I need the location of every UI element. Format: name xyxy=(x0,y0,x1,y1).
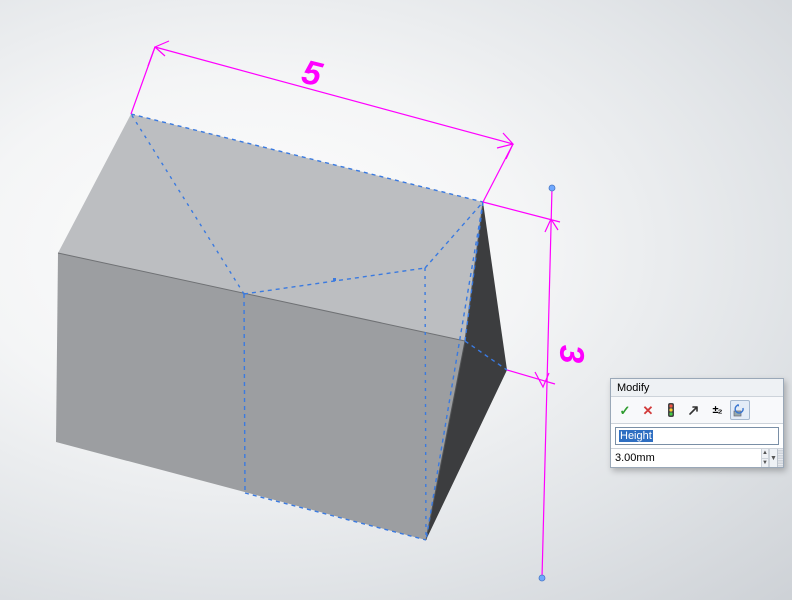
dimension-name-input[interactable]: Height xyxy=(615,427,779,445)
cancel-button[interactable]: ✕ xyxy=(638,400,658,420)
dimension-length-value[interactable]: 5 xyxy=(298,53,327,95)
rebuild-button[interactable] xyxy=(661,400,681,420)
dimension-name-row: Height xyxy=(611,424,783,448)
model-viewport[interactable]: 5 3 xyxy=(0,0,792,600)
spin-down-icon: ▼ xyxy=(762,459,768,468)
arrow-ne-icon xyxy=(686,402,702,418)
dimension-value-input[interactable] xyxy=(611,449,762,467)
value-thumbwheel[interactable] xyxy=(777,449,783,467)
mark-dimension-button[interactable] xyxy=(730,400,750,420)
dimension-mark-icon xyxy=(732,402,748,418)
accept-button[interactable]: ✓ xyxy=(615,400,635,420)
dimension-value-row: ▲ ▼ ▼ xyxy=(611,448,783,467)
spin-up-icon: ▲ xyxy=(762,449,768,459)
modify-dialog-title: Modify xyxy=(611,379,783,397)
modify-toolbar: ✓ ✕ ±₂ xyxy=(611,397,783,424)
dimension-height-value[interactable]: 3 xyxy=(552,344,591,364)
modify-dialog: Modify ✓ ✕ ±₂ Height xyxy=(610,378,784,468)
sketch-midpoint-markers xyxy=(333,278,336,281)
traffic-light-icon xyxy=(663,402,679,418)
value-spinner[interactable]: ▲ ▼ xyxy=(762,449,769,467)
spin-increment-button[interactable]: ±₂ xyxy=(707,400,727,420)
value-dropdown-button[interactable]: ▼ xyxy=(769,449,777,467)
reverse-button[interactable] xyxy=(684,400,704,420)
